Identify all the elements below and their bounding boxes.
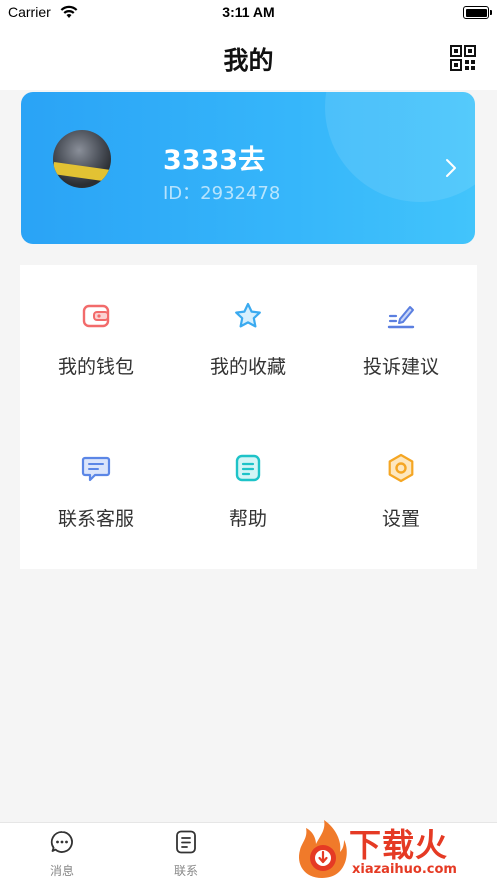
star-icon — [235, 302, 261, 328]
help-doc-icon — [235, 454, 261, 482]
watermark-url: xiazaihuo.com — [352, 862, 457, 877]
menu-item-label: 投诉建议 — [362, 356, 439, 378]
tab-contacts[interactable]: 联系 — [124, 823, 248, 884]
menu-item-feedback[interactable]: 投诉建议 — [325, 265, 477, 385]
menu-grid: 我的钱包 我的收藏 投诉建议 联系客服 帮助 设置 — [20, 265, 477, 569]
user-id-value: 2932478 — [200, 183, 281, 204]
avatar[interactable] — [53, 130, 111, 188]
contacts-icon — [176, 830, 196, 854]
menu-item-label: 帮助 — [228, 508, 267, 530]
tab-label: 联系 — [173, 864, 198, 878]
menu-item-label: 我的收藏 — [209, 356, 286, 378]
watermark-brand: 下载火 — [349, 826, 449, 864]
flame-icon — [298, 820, 347, 878]
status-time: 3:11 AM — [222, 4, 275, 20]
user-id: ID：2932478 — [163, 179, 280, 205]
pen-icon — [387, 306, 415, 329]
status-bar: Carrier 3:11 AM — [0, 0, 497, 26]
hexagon-settings-icon — [388, 453, 414, 483]
profile-card[interactable]: 3333去 ID：2932478 — [21, 92, 475, 244]
navigation-bar: 我的 — [0, 26, 497, 90]
chat-bubble-icon — [81, 456, 111, 482]
menu-item-label: 我的钱包 — [57, 356, 134, 378]
user-id-label: ID： — [163, 183, 201, 204]
page-title: 我的 — [223, 46, 274, 75]
username: 3333去 — [163, 145, 266, 176]
menu-item-wallet[interactable]: 我的钱包 — [20, 265, 172, 385]
tab-label: 消息 — [49, 864, 74, 878]
message-icon — [50, 831, 73, 853]
menu-item-label: 联系客服 — [57, 508, 134, 530]
menu-item-customer-service[interactable]: 联系客服 — [20, 417, 172, 537]
wallet-icon — [82, 304, 110, 328]
watermark-logo: 下载火 xiazaihuo.com — [292, 818, 497, 883]
battery-icon — [463, 6, 492, 19]
tab-messages[interactable]: 消息 — [0, 823, 124, 884]
card-decoration — [325, 92, 475, 202]
qr-code-icon[interactable] — [450, 45, 476, 71]
menu-item-help[interactable]: 帮助 — [172, 417, 324, 537]
menu-item-settings[interactable]: 设置 — [325, 417, 477, 537]
menu-item-favorites[interactable]: 我的收藏 — [172, 265, 324, 385]
menu-item-label: 设置 — [381, 508, 420, 530]
chevron-right-icon[interactable] — [445, 158, 457, 178]
